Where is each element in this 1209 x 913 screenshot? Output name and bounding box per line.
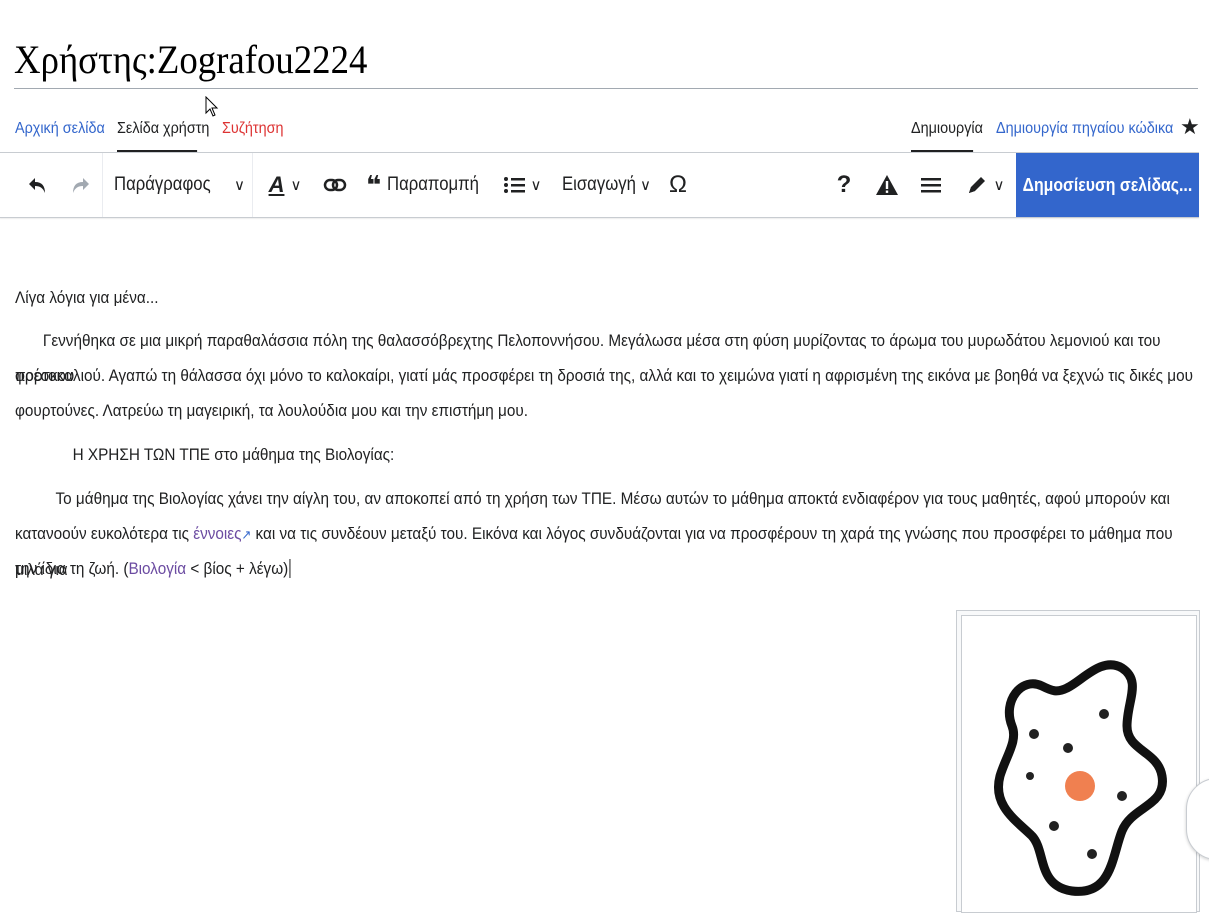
page-tabs: Αρχική σελίδα Σελίδα χρήστη Συζήτηση Δημ… (0, 118, 1209, 152)
image-frame (961, 615, 1197, 913)
title-divider (14, 88, 1198, 89)
paragraph-bio-line-3: φουρτούνες. Λατρεύω τη μαγειρική, τα λου… (15, 401, 528, 420)
paragraph-format-label: Παράγραφος (114, 174, 211, 195)
page-notices-button[interactable] (872, 153, 902, 217)
list-dropdown[interactable]: ∨ (498, 153, 546, 217)
tab-user-page[interactable]: Σελίδα χρήστη (117, 118, 209, 152)
paragraph-biology-line-3: την ίδια τη ζωή. (Βιολογία < βίος + λέγω… (15, 551, 1195, 586)
link-icon (323, 178, 347, 192)
bullet-list-icon (503, 177, 525, 193)
page-title: Χρήστης:Zografou2224 (14, 37, 368, 82)
link-button[interactable] (318, 153, 352, 217)
paragraph-biology-line-1: Το μάθημα της Βιολογίας χάνει την αίγλη … (55, 489, 1170, 508)
tab-create[interactable]: Δημιουργία (911, 118, 983, 152)
chevron-down-icon: ∨ (640, 177, 651, 194)
editor-toolbar: Παράγραφος ∨ A ∨ ❝ Παραπομπή ∨ Εισαγωγή … (0, 152, 1199, 218)
toolbar-separator (252, 153, 253, 217)
page-options-button[interactable] (916, 153, 946, 217)
mouse-cursor-icon (205, 96, 219, 117)
warning-icon (876, 175, 898, 195)
chevron-down-icon: ∨ (234, 177, 245, 194)
omega-icon: Ω (669, 171, 687, 198)
help-button[interactable]: ? (830, 153, 858, 217)
paragraph-heading-ict: Η ΧΡΗΣΗ ΤΩΝ ΤΠΕ στο μάθημα της Βιολογίας… (72, 445, 395, 464)
special-character-button[interactable]: Ω (662, 153, 694, 217)
text-run: την ίδια τη ζωή. ( (15, 559, 129, 578)
pencil-icon (968, 177, 985, 193)
undo-button[interactable] (20, 153, 56, 217)
publish-page-button[interactable]: Δημοσίευση σελίδας... (1016, 153, 1199, 217)
redo-icon (73, 178, 89, 193)
quote-icon: ❝ (366, 170, 382, 200)
chevron-down-icon: ∨ (290, 177, 302, 194)
help-icon: ? (836, 171, 852, 198)
text-run: κατανοούν ευκολότερα τις (15, 524, 194, 543)
tab-main-page[interactable]: Αρχική σελίδα (15, 118, 105, 152)
link-concepts[interactable]: έννοιες (193, 524, 241, 543)
text-run: < βίος + λέγω) (186, 559, 289, 578)
external-link-icon: ↗ (241, 527, 252, 542)
cite-label: Παραπομπή (387, 174, 480, 195)
publish-page-label: Δημοσίευση σελίδας... (1022, 174, 1193, 195)
toolbar-separator (102, 153, 103, 217)
paragraph-bio-line-2: πορτοκαλιού. Αγαπώ τη θάλασσα όχι μόνο τ… (15, 366, 1194, 385)
paragraph-format-dropdown[interactable]: Παράγραφος ∨ (114, 153, 252, 217)
chevron-down-icon: ∨ (993, 177, 1005, 194)
undo-icon (29, 178, 45, 193)
text-style-dropdown[interactable]: A ∨ (262, 153, 308, 217)
menu-icon (921, 178, 941, 193)
redo-button[interactable] (62, 153, 98, 217)
insert-dropdown[interactable]: Εισαγωγή ∨ (562, 153, 652, 217)
star-icon[interactable]: ★ (1180, 114, 1200, 140)
insert-label: Εισαγωγή (562, 174, 636, 195)
text-style-icon: A (268, 172, 285, 197)
paragraph-intro: Λίγα λόγια για μένα... (15, 288, 159, 307)
tab-talk[interactable]: Συζήτηση (222, 118, 283, 152)
text-caret (289, 559, 291, 578)
editing-mode-dropdown[interactable]: ∨ (960, 153, 1010, 217)
image-thumbnail[interactable] (956, 610, 1200, 913)
tab-create-source[interactable]: Δημιουργία πηγαίου κώδικα (996, 118, 1173, 152)
link-biology[interactable]: Βιολογία (128, 559, 186, 578)
cell-illustration-icon (994, 660, 1167, 896)
chevron-down-icon: ∨ (530, 177, 542, 194)
cite-button[interactable]: ❝ Παραπομπή (366, 153, 480, 217)
